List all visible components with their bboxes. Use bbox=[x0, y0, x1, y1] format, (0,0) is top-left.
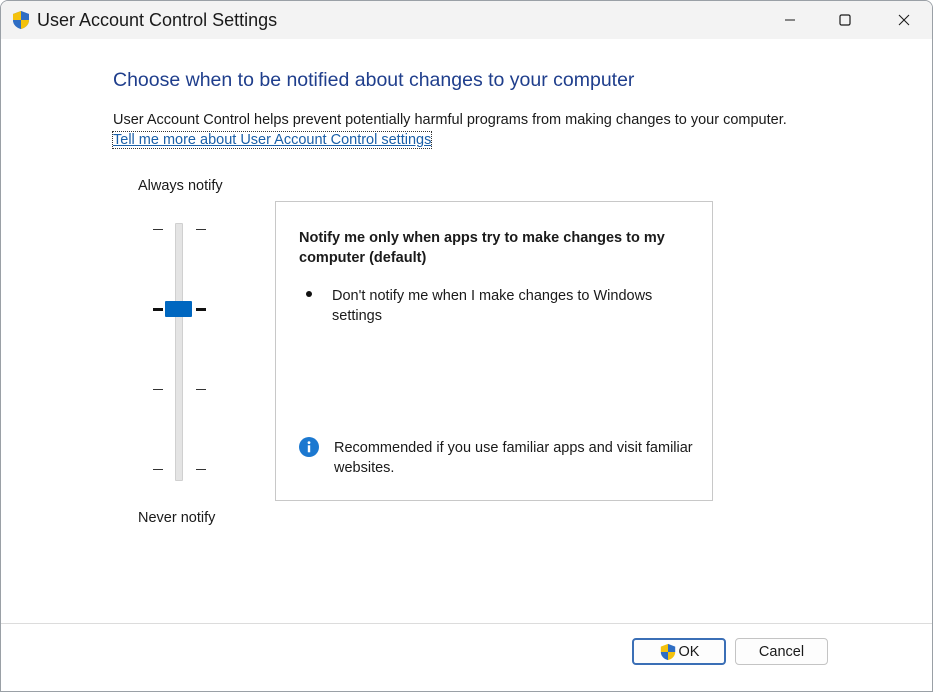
uac-shield-icon bbox=[13, 11, 29, 29]
level-description-panel: Notify me only when apps try to make cha… bbox=[275, 201, 713, 501]
cancel-button-label: Cancel bbox=[758, 643, 805, 660]
maximize-button[interactable] bbox=[816, 1, 874, 39]
ok-button[interactable]: OK bbox=[632, 638, 726, 665]
notification-level-slider-track[interactable] bbox=[175, 223, 183, 481]
window-title: User Account Control Settings bbox=[37, 10, 278, 30]
ok-button-label: OK bbox=[678, 643, 700, 660]
uac-settings-window: User Account Control Settings Choose whe… bbox=[0, 0, 933, 692]
minimize-icon bbox=[785, 19, 795, 21]
slider-label-always-notify: Always notify bbox=[138, 178, 223, 194]
slider-tick-level-2-right bbox=[196, 308, 206, 311]
notification-level-slider-thumb[interactable] bbox=[165, 301, 192, 317]
slider-tick-level-4-left bbox=[153, 469, 163, 470]
close-button[interactable] bbox=[875, 1, 932, 39]
uac-shield-icon bbox=[660, 643, 675, 660]
slider-label-never-notify: Never notify bbox=[138, 510, 216, 526]
recommendation-text: Recommended if you use familiar apps and… bbox=[334, 440, 693, 476]
bullet-icon bbox=[306, 291, 312, 297]
info-icon bbox=[299, 437, 319, 457]
level-title: Notify me only when apps try to make cha… bbox=[299, 230, 665, 266]
slider-tick-level-1-right bbox=[196, 229, 206, 230]
cancel-button[interactable]: Cancel bbox=[735, 638, 828, 665]
maximize-icon bbox=[839, 14, 851, 26]
slider-tick-level-3-left bbox=[153, 389, 163, 390]
slider-tick-level-4-right bbox=[196, 469, 206, 470]
dialog-footer: OK Cancel bbox=[1, 623, 932, 691]
slider-tick-level-3-right bbox=[196, 389, 206, 390]
learn-more-link[interactable]: Tell me more about User Account Control … bbox=[111, 131, 433, 149]
slider-tick-level-2-left bbox=[153, 308, 163, 311]
close-icon bbox=[898, 14, 910, 26]
slider-tick-level-1-left bbox=[153, 229, 163, 230]
minimize-button[interactable] bbox=[761, 1, 819, 39]
level-bullet-text: Don't notify me when I make changes to W… bbox=[332, 288, 653, 324]
title-bar[interactable]: User Account Control Settings bbox=[1, 1, 932, 39]
page-heading: Choose when to be notified about changes… bbox=[113, 69, 635, 91]
description-text: User Account Control helps prevent poten… bbox=[113, 112, 787, 128]
